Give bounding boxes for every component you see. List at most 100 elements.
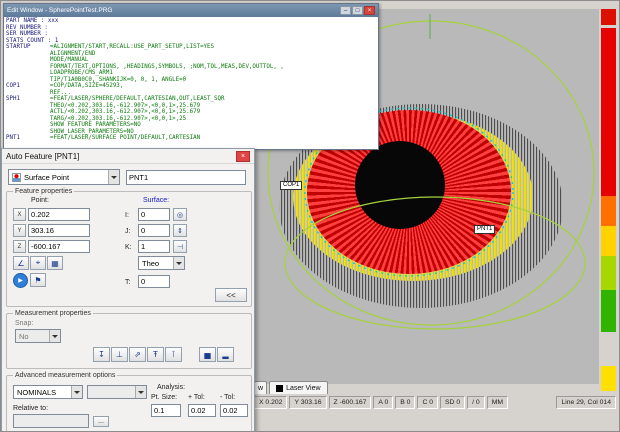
dialog-titlebar[interactable]: Auto Feature [PNT1] ×	[2, 149, 254, 164]
measurement-toolbar-b: ▅▂	[199, 347, 235, 362]
browse-button[interactable]: ...	[93, 416, 109, 427]
feature-type-value: Surface Point	[24, 173, 69, 182]
view-tabs: w Laser View	[254, 380, 330, 394]
axis-z-button[interactable]: Z	[13, 240, 26, 253]
maximize-button[interactable]: □	[352, 6, 363, 15]
target-tool-button[interactable]: ⌖	[30, 256, 46, 270]
status-cell: A 0	[373, 396, 393, 409]
theo-value: Theo	[142, 259, 159, 268]
relative-to-label: Relative to:	[13, 404, 48, 413]
pin-tool-button[interactable]: ⚑	[30, 273, 46, 287]
angle-tool-button[interactable]: ∠	[13, 256, 29, 270]
status-cell: Y 303.16	[289, 396, 326, 409]
analysis-tool-button[interactable]: ▅	[199, 347, 216, 362]
surface-pick-icon[interactable]: ◎	[173, 208, 187, 221]
k-label: K:	[125, 243, 132, 252]
pt-size-field: Pt. Size:	[151, 393, 185, 417]
color-scale-segment	[601, 9, 616, 25]
tab-laser-view[interactable]: Laser View	[269, 381, 328, 394]
pt-size-input[interactable]	[151, 404, 181, 417]
dialog-title: Auto Feature [PNT1]	[6, 152, 79, 161]
edit-window-title: Edit Window - SpherePointTest.PRG	[7, 7, 339, 14]
status-cell: C 0	[417, 396, 438, 409]
status-bar: X 0.202Y 303.16Z -600.167A 0B 0C 0SD 0/ …	[254, 395, 618, 409]
theo-dropdown[interactable]: Theo	[138, 256, 185, 270]
plus-tol-field: + Tol:	[188, 393, 218, 417]
analysis-tool-button[interactable]: ▂	[217, 347, 234, 362]
j-input[interactable]	[138, 224, 170, 237]
editor-line: PNT1=FEAT/LASER/SURFACE POINT/DEFAULT,CA…	[6, 135, 376, 142]
color-scale-segment	[601, 366, 616, 391]
axis-x-button[interactable]: X	[13, 208, 26, 221]
point-x-input[interactable]	[28, 208, 90, 221]
color-scale-segment	[601, 28, 616, 196]
nominals-value: NOMINALS	[17, 388, 56, 397]
status-cell: / 0	[467, 396, 485, 409]
axis-y-button[interactable]: Y	[13, 224, 26, 237]
feature-name-input[interactable]	[126, 170, 246, 185]
tab-graphics-view-partial[interactable]: w	[254, 381, 267, 394]
measurement-tool-button[interactable]: ⊥	[111, 347, 128, 362]
status-cell: Line 29, Col 014	[556, 396, 616, 409]
chevron-down-icon	[71, 386, 82, 398]
edit-window: Edit Window - SpherePointTest.PRG – □ × …	[3, 3, 379, 150]
application-window: COP1PNT1 w Laser View X 0.202Y 303.16Z -…	[0, 0, 620, 432]
color-scale-segment	[601, 290, 616, 332]
measurement-properties-group: Measurement properties Snap: No ↧⊥⇗Ŧ⊺ ▅▂	[6, 313, 252, 369]
chevron-down-icon	[49, 330, 60, 342]
auto-feature-dialog: Auto Feature [PNT1] × Surface Point Feat…	[1, 148, 255, 432]
minus-tol-field: - Tol:	[220, 393, 250, 417]
chevron-down-icon	[173, 257, 184, 269]
vector-flip-icon[interactable]: ⇕	[173, 224, 187, 237]
test-play-button[interactable]: ▶	[13, 273, 28, 288]
collapse-dialog-button[interactable]: <<	[215, 288, 247, 302]
snap-value: No	[19, 332, 29, 341]
pt-size-label: Pt. Size:	[151, 393, 185, 402]
dialog-close-button[interactable]: ×	[236, 151, 250, 162]
surface-label: Surface:	[143, 196, 169, 205]
k-input[interactable]	[138, 240, 170, 253]
editor-code[interactable]: PART NAME : xxxREV NUMBER :SER NUMBER :S…	[4, 17, 378, 149]
minus-tol-label: - Tol:	[220, 393, 250, 402]
status-cell: MM	[487, 396, 508, 409]
vector-normalize-icon[interactable]: ⊣	[173, 240, 187, 253]
measurement-tool-button[interactable]: ⇗	[129, 347, 146, 362]
feature-type-dropdown[interactable]: Surface Point	[8, 169, 120, 185]
feature-properties-group: Feature properties Point: Surface: X Y Z…	[6, 191, 252, 307]
minus-tol-input[interactable]	[220, 404, 248, 417]
status-cell: X 0.202	[254, 396, 287, 409]
grid-tool-button[interactable]: ▦	[47, 256, 63, 270]
feature-label: COP1	[280, 181, 302, 190]
snap-dropdown[interactable]: No	[15, 329, 61, 343]
tab-label: Laser View	[286, 385, 321, 392]
close-button[interactable]: ×	[364, 6, 375, 15]
i-input[interactable]	[138, 208, 170, 221]
j-label: J:	[125, 227, 130, 236]
t-label: T:	[125, 278, 130, 287]
feature-toolbar-row1: ∠ ⌖ ▦	[13, 256, 64, 270]
minimize-button[interactable]: –	[340, 6, 351, 15]
snap-label: Snap:	[15, 319, 33, 328]
analysis-label: Analysis:	[157, 383, 185, 392]
nominals-dropdown[interactable]: NOMINALS	[13, 385, 83, 399]
t-input[interactable]	[138, 275, 170, 288]
chevron-down-icon	[108, 170, 119, 184]
i-label: I:	[125, 211, 129, 220]
measurement-tool-button[interactable]: ⊺	[165, 347, 182, 362]
status-cell: SD 0	[440, 396, 465, 409]
surface-point-icon	[12, 173, 21, 182]
point-z-input[interactable]	[28, 240, 90, 253]
color-scale-segment	[601, 196, 616, 226]
plus-tol-label: + Tol:	[188, 393, 218, 402]
status-cell: B 0	[395, 396, 415, 409]
color-scale	[601, 9, 616, 391]
chevron-down-icon	[135, 386, 146, 398]
nominals-mode-dropdown[interactable]	[87, 385, 147, 399]
measurement-tool-button[interactable]: ↧	[93, 347, 110, 362]
status-cell: Z -600.167	[329, 396, 372, 409]
measurement-tool-button[interactable]: Ŧ	[147, 347, 164, 362]
point-y-input[interactable]	[28, 224, 90, 237]
group-label: Feature properties	[13, 187, 74, 196]
plus-tol-input[interactable]	[188, 404, 216, 417]
edit-window-titlebar[interactable]: Edit Window - SpherePointTest.PRG – □ ×	[4, 4, 378, 17]
